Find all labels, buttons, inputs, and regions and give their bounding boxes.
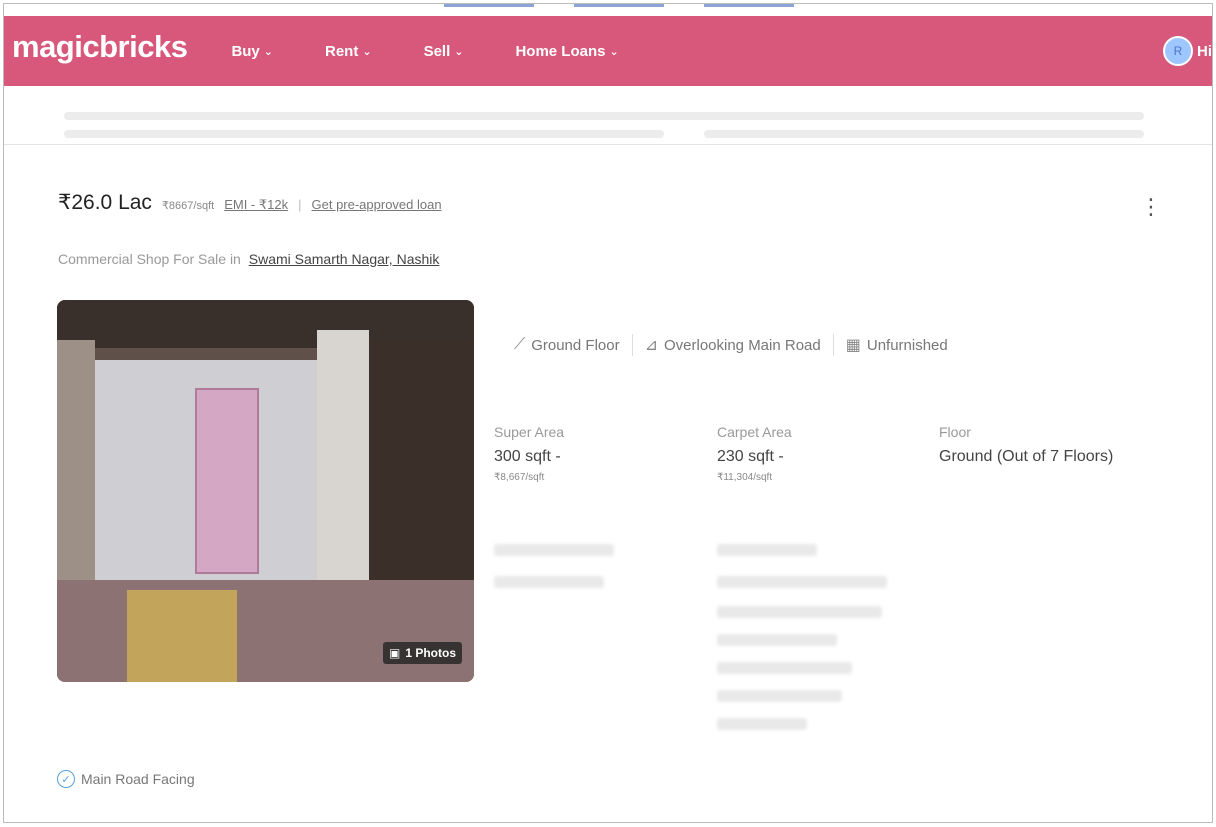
stat-super-area: Super Area 300 sqft - ₹8,667/sqft [494, 424, 564, 483]
blurred-line [704, 130, 1144, 138]
stat-floor: Floor Ground (Out of 7 Floors) [939, 424, 1113, 466]
user-menu[interactable]: R Hi [1163, 36, 1212, 66]
facing-label: Main Road Facing [81, 771, 195, 787]
magicbricks-logo[interactable]: magicbricks [12, 29, 188, 65]
divider [832, 334, 834, 356]
blurred-text [717, 690, 842, 702]
chevron-down-icon: ⌄ [263, 45, 273, 58]
top-links [444, 4, 794, 7]
listing-subtitle: Commercial Shop For Sale in Swami Samart… [58, 251, 439, 267]
photos-count-label: 1 Photos [405, 646, 456, 660]
chevron-down-icon: ⌄ [362, 45, 372, 58]
feature-label: Overlooking Main Road [663, 336, 821, 354]
more-options-icon[interactable]: ⋮ [1140, 194, 1162, 220]
nav-home-loans[interactable]: Home Loans ⌄ [515, 43, 618, 60]
stat-value: 300 sqft - [494, 448, 561, 465]
photos-count-badge[interactable]: ▣ 1 Photos [382, 642, 462, 664]
feature-list: ⟋ Ground Floor ⊿ Overlooking Main Road ▦… [514, 334, 948, 356]
stat-label: Floor [939, 424, 971, 440]
main-road-facing: ✓ Main Road Facing [57, 770, 195, 788]
feature-furnishing: ▦ Unfurnished [846, 335, 948, 355]
listing-price: ₹26.0 Lac [58, 191, 152, 214]
location-link[interactable]: Swami Samarth Nagar, Nashik [249, 251, 440, 267]
feature-label: Unfurnished [866, 336, 948, 354]
stat-carpet-area: Carpet Area 230 sqft - ₹11,304/sqft [717, 424, 792, 483]
blurred-text [717, 544, 817, 556]
blurred-text [717, 606, 882, 618]
property-photo[interactable]: ▣ 1 Photos [57, 300, 474, 682]
avatar[interactable]: R [1163, 36, 1193, 66]
stat-value: Ground (Out of 7 Floors) [939, 448, 1114, 465]
price-row: ₹26.0 Lac ₹8667/sqft EMI - ₹12k | Get pr… [58, 190, 442, 215]
blurred-text [717, 718, 807, 730]
top-link[interactable] [574, 4, 664, 7]
nav-sell[interactable]: Sell ⌄ [424, 43, 464, 60]
feature-label: Ground Floor [531, 336, 620, 354]
nav-home-loans-label: Home Loans [515, 42, 606, 60]
subtitle-prefix: Commercial Shop For Sale in [58, 251, 241, 267]
top-navbar: magicbricks Buy ⌄ Rent ⌄ Sell ⌄ Home Loa… [4, 16, 1212, 86]
user-greeting[interactable]: Hi [1197, 43, 1212, 60]
top-link[interactable] [704, 4, 794, 7]
blurred-line [64, 112, 1144, 120]
blurred-line [64, 130, 664, 138]
check-circle-icon: ✓ [57, 770, 75, 788]
feature-overlooking: ⊿ Overlooking Main Road [645, 335, 821, 355]
feature-ground-floor: ⟋ Ground Floor [514, 336, 620, 354]
chevron-down-icon: ⌄ [609, 45, 619, 58]
stat-sub: ₹11,304/sqft [717, 472, 773, 483]
divider: | [298, 197, 302, 212]
photo-icon: ▣ [388, 646, 401, 660]
furniture-icon: ▦ [845, 337, 861, 354]
blurred-text [494, 544, 614, 556]
pre-approved-loan-link[interactable]: Get pre-approved loan [312, 197, 442, 212]
nav-rent[interactable]: Rent ⌄ [325, 43, 372, 60]
stat-value: 230 sqft - [717, 448, 784, 465]
chevron-down-icon: ⌄ [454, 45, 464, 58]
blurred-text [494, 576, 604, 588]
stat-label: Super Area [494, 424, 565, 440]
nav-buy-label: Buy [231, 42, 260, 60]
blurred-text [717, 634, 837, 646]
emi-link[interactable]: EMI - ₹12k [224, 197, 288, 213]
stairs-icon: ⟋ [514, 336, 526, 353]
page-frame: magicbricks Buy ⌄ Rent ⌄ Sell ⌄ Home Loa… [3, 3, 1213, 823]
blurred-text [717, 576, 887, 588]
divider [631, 334, 633, 356]
price-per-sqft: ₹8667/sqft [161, 200, 215, 212]
top-link[interactable] [444, 4, 534, 7]
nav-rent-label: Rent [325, 42, 359, 60]
nav-sell-label: Sell [423, 42, 451, 60]
nav-buy[interactable]: Buy ⌄ [231, 43, 273, 60]
blurred-text [717, 662, 852, 674]
stat-label: Carpet Area [717, 424, 792, 440]
road-icon: ⊿ [644, 337, 658, 354]
stat-sub: ₹8,667/sqft [494, 472, 545, 483]
